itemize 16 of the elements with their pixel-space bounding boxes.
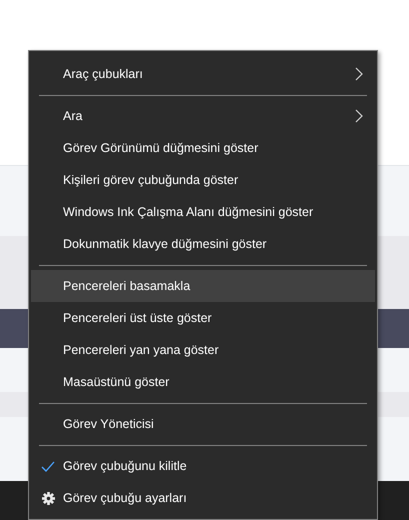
menu-item[interactable]: Masaüstünü göster <box>31 366 375 398</box>
menu-item[interactable]: Araç çubukları <box>31 58 375 90</box>
menu-item[interactable]: Görev çubuğunu kilitle <box>31 450 375 482</box>
chevron-right-icon <box>355 109 363 123</box>
menu-item[interactable]: Görev Yöneticisi <box>31 408 375 440</box>
menu-item[interactable]: Kişileri görev çubuğunda göster <box>31 164 375 196</box>
menu-item[interactable]: Pencereleri üst üste göster <box>31 302 375 334</box>
menu-item[interactable]: Görev Görünümü düğmesini göster <box>31 132 375 164</box>
menu-item[interactable]: Dokunmatik klavye düğmesini göster <box>31 228 375 260</box>
menu-item[interactable]: Pencereleri basamakla <box>31 270 375 302</box>
chevron-right-icon <box>355 67 363 81</box>
menu-item[interactable]: Görev çubuğu ayarları <box>31 482 375 514</box>
menu-item[interactable]: Windows Ink Çalışma Alanı düğmesini göster <box>31 196 375 228</box>
menu-item[interactable]: Ara <box>31 100 375 132</box>
menu-item[interactable]: Pencereleri yan yana göster <box>31 334 375 366</box>
settings-icon <box>42 492 55 505</box>
